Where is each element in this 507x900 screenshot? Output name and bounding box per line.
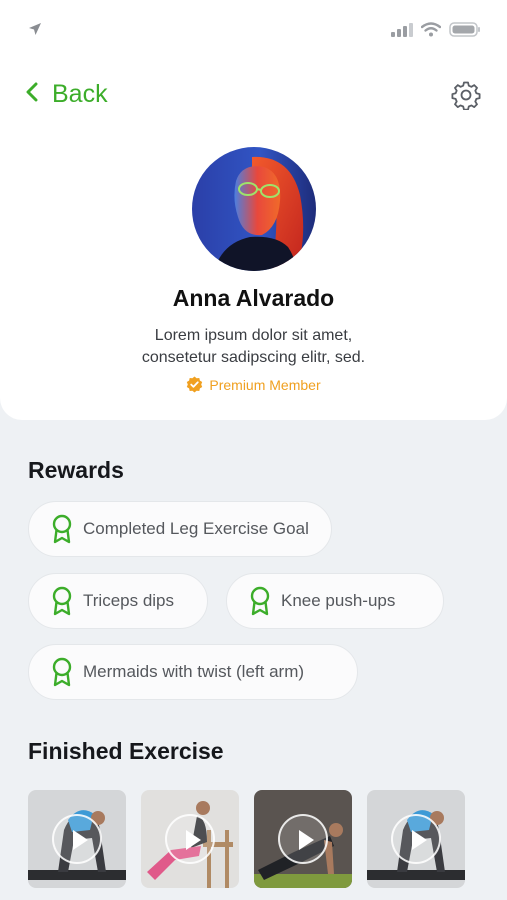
reward-chip[interactable]: Mermaids with twist (left arm) xyxy=(28,644,358,700)
exercise-video-thumbnail[interactable] xyxy=(28,790,126,888)
verified-check-icon xyxy=(187,376,203,393)
settings-button[interactable] xyxy=(451,80,481,111)
play-icon xyxy=(52,814,102,864)
profile-name: Anna Alvarado xyxy=(172,285,335,311)
reward-label: Completed Leg Exercise Goal xyxy=(83,519,309,538)
award-ribbon-icon xyxy=(52,586,72,616)
rewards-title: Rewards xyxy=(28,457,124,483)
exercise-video-thumbnail[interactable] xyxy=(254,790,352,888)
reward-chip[interactable]: Completed Leg Exercise Goal xyxy=(28,501,332,557)
award-ribbon-icon xyxy=(250,586,270,616)
profile-bio: Lorem ipsum dolor sit amet, consetetur s… xyxy=(0,325,507,369)
location-arrow-icon xyxy=(28,22,42,41)
exercise-video-thumbnail[interactable] xyxy=(367,790,465,888)
play-icon xyxy=(278,814,328,864)
back-button[interactable]: Back xyxy=(26,80,108,109)
avatar xyxy=(192,147,316,271)
finished-exercise-title: Finished Exercise xyxy=(28,738,224,764)
bio-line-1: Lorem ipsum dolor sit amet, xyxy=(154,327,353,344)
chevron-left-icon xyxy=(26,82,38,107)
play-icon xyxy=(391,814,441,864)
reward-label: Mermaids with twist (left arm) xyxy=(83,662,305,681)
profile-card: Back Anna Alvarado Lorem ipsum dolor sit… xyxy=(0,0,507,420)
exercise-video-thumbnail[interactable] xyxy=(141,790,239,888)
wifi-icon xyxy=(420,22,442,42)
bio-line-2: consetetur sadipscing elitr, sed. xyxy=(141,349,366,366)
membership-label: Premium Member xyxy=(209,376,321,393)
reward-chip[interactable]: Knee push-ups xyxy=(226,573,444,629)
award-ribbon-icon xyxy=(52,657,72,687)
reward-chip[interactable]: Triceps dips xyxy=(28,573,208,629)
cellular-signal-icon xyxy=(391,22,413,42)
battery-icon xyxy=(449,22,481,42)
status-bar xyxy=(0,0,507,60)
gear-icon xyxy=(451,81,481,111)
back-label: Back xyxy=(52,80,108,108)
award-ribbon-icon xyxy=(52,514,72,544)
play-icon xyxy=(165,814,215,864)
reward-label: Knee push-ups xyxy=(281,591,396,610)
reward-label: Triceps dips xyxy=(83,591,175,610)
membership-badge: Premium Member xyxy=(0,376,507,393)
